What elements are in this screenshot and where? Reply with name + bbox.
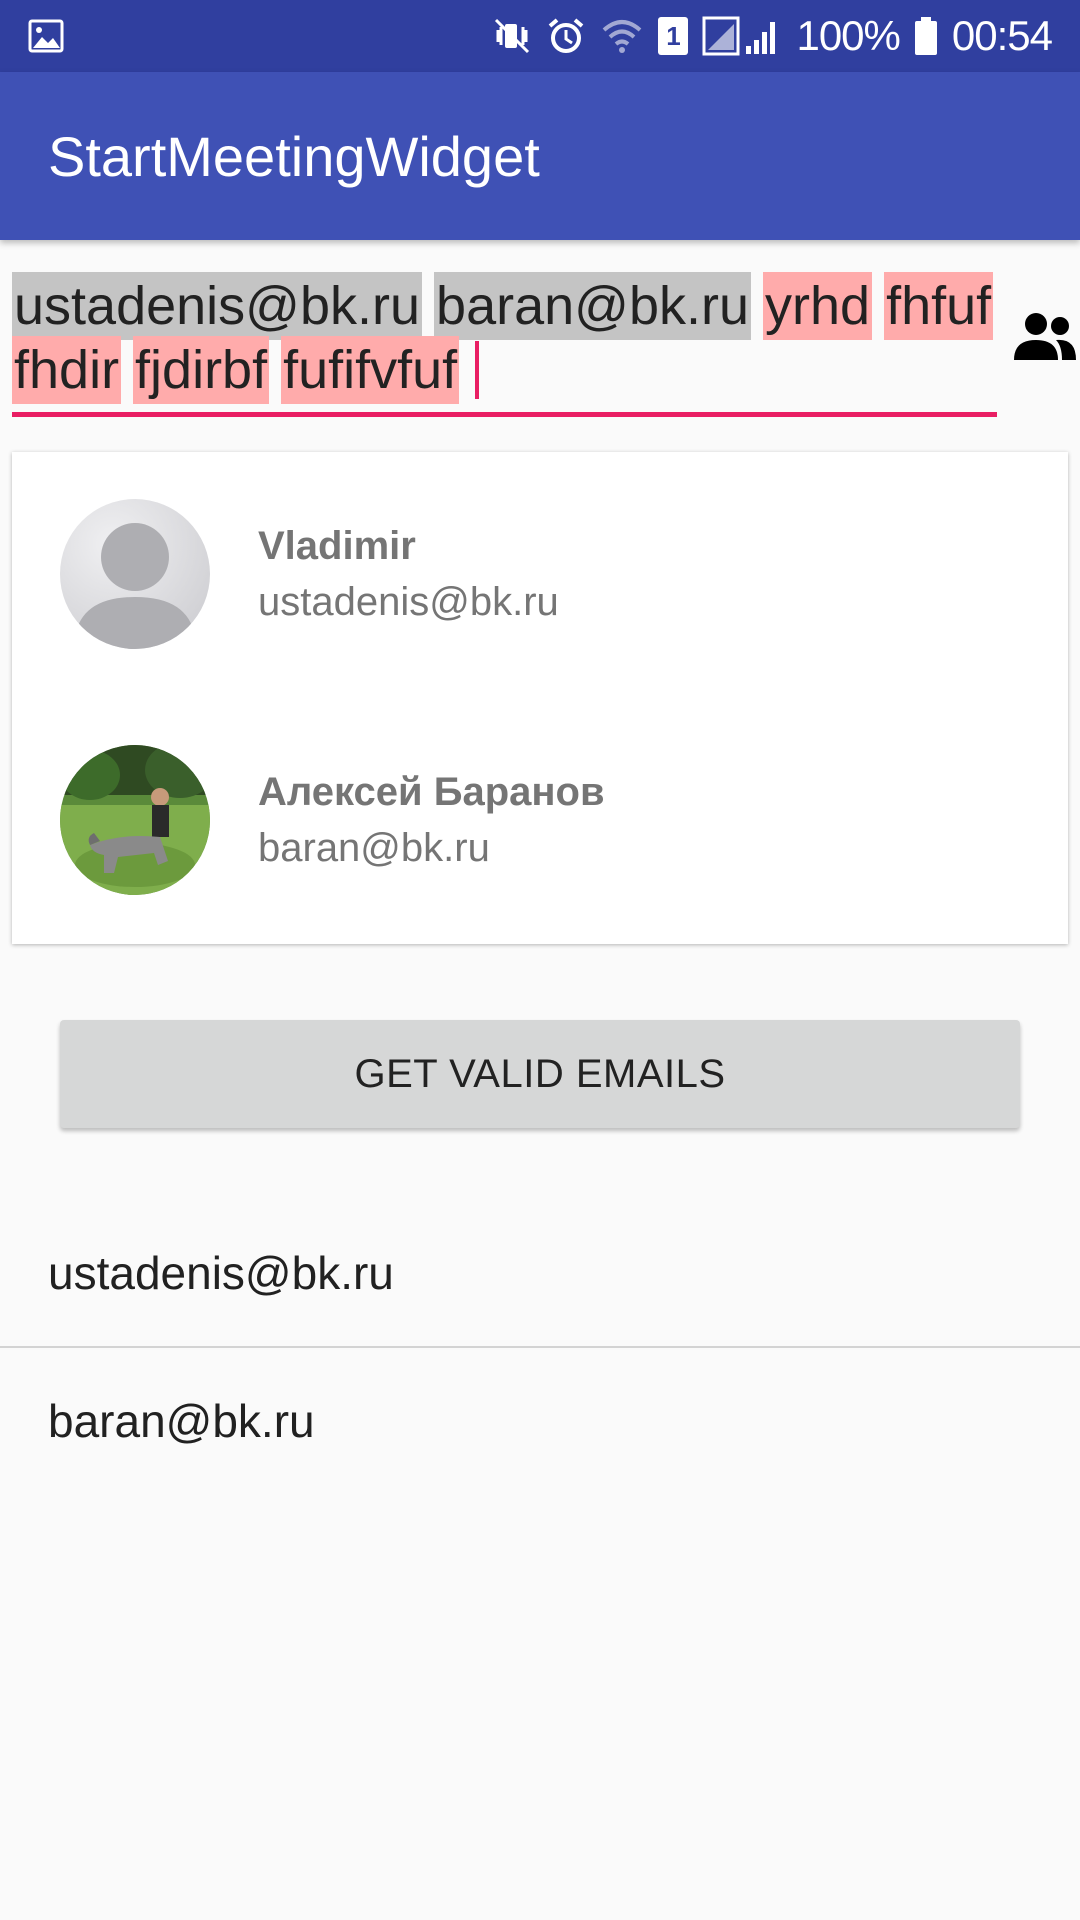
gallery-icon <box>28 19 64 53</box>
email-chips-input[interactable]: ustadenis@bk.ru baran@bk.ru yrhd fhfuf f… <box>12 262 997 412</box>
chip-line-2: fhdir fjdirbf fufifvfuf <box>12 334 480 406</box>
suggestion-email: baran@bk.ru <box>258 826 490 870</box>
list-item[interactable]: ustadenis@bk.ru <box>0 1200 1080 1346</box>
contacts-icon[interactable] <box>1012 312 1078 362</box>
list-item[interactable]: baran@bk.ru <box>0 1348 1080 1494</box>
suggestion-email: ustadenis@bk.ru <box>258 580 559 624</box>
chip-line-1: ustadenis@bk.ru baran@bk.ru yrhd fhfuf <box>12 270 994 342</box>
chip-invalid[interactable]: fjdirbf <box>133 336 270 404</box>
photo-avatar <box>60 745 210 895</box>
battery-percent: 100% <box>796 12 900 59</box>
chip-invalid[interactable]: fhdir <box>12 336 122 404</box>
app-bar: StartMeetingWidget <box>0 72 1080 240</box>
input-underline <box>12 412 997 417</box>
suggestion-name: Алексей Баранов <box>258 770 605 814</box>
suggestion-item[interactable]: Алексей Баранов baran@bk.ru <box>12 698 1068 944</box>
clock: 00:54 <box>951 12 1053 59</box>
battery-icon <box>914 17 937 55</box>
alarm-icon <box>549 18 584 53</box>
chip-valid[interactable]: ustadenis@bk.ru <box>12 272 423 340</box>
chip-invalid[interactable]: fufifvfuf <box>281 336 460 404</box>
valid-emails-list: ustadenis@bk.ru baran@bk.ru <box>0 1200 1080 1494</box>
sim-icon: 1 <box>658 17 689 55</box>
chip-invalid[interactable]: yrhd <box>763 272 873 340</box>
text-cursor <box>475 341 480 399</box>
chip-invalid[interactable]: fhfuf <box>884 272 994 340</box>
mute-vibrate-icon <box>495 18 530 54</box>
get-valid-emails-button[interactable]: GET VALID EMAILS <box>60 1020 1020 1128</box>
default-avatar <box>60 499 210 649</box>
suggestion-name: Vladimir <box>258 524 416 568</box>
suggestions-dropdown: Vladimir ustadenis@bk.ru Алексей Баранов… <box>12 452 1068 944</box>
wifi-icon <box>603 20 642 53</box>
chip-valid[interactable]: baran@bk.ru <box>434 272 752 340</box>
sim-number: 1 <box>666 20 681 51</box>
signal-icon <box>702 16 776 56</box>
app-title: StartMeetingWidget <box>48 124 540 188</box>
status-bar: 1 100% 00:54 <box>0 0 1080 72</box>
suggestion-item[interactable]: Vladimir ustadenis@bk.ru <box>12 452 1068 698</box>
status-icons: 1 100% 00:54 <box>492 0 1053 72</box>
